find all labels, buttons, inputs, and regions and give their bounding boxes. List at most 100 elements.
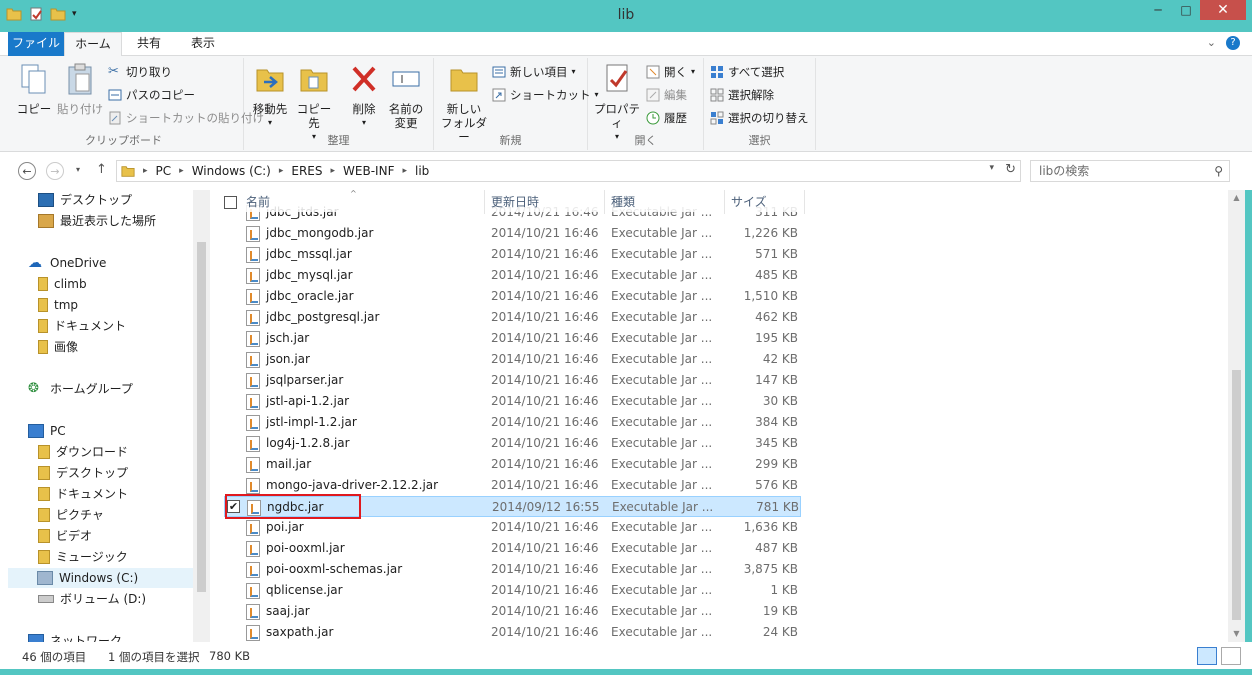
recent-places-icon — [38, 214, 54, 228]
cut-button[interactable]: ✂ 切り取り — [108, 62, 172, 82]
move-to-button[interactable]: 移動先 ▾ — [248, 62, 292, 130]
scroll-up-icon[interactable]: ▲ — [1228, 190, 1245, 206]
invert-selection-button[interactable]: 選択の切り替え — [710, 108, 809, 128]
nav-item-pictures-onedrive[interactable]: 画像 — [38, 337, 78, 357]
file-name-cell: log4j-1.2.8.jar — [246, 433, 476, 454]
file-row[interactable]: poi-ooxml-schemas.jar 2014/10/21 16:46 Exe… — [240, 559, 800, 580]
nav-item-recent[interactable]: 最近表示した場所 — [38, 211, 156, 231]
copy-path-button[interactable]: パスのコピー — [108, 85, 195, 105]
address-dropdown-icon[interactable]: ▾ — [989, 163, 994, 173]
nav-item-desktop[interactable]: デスクトップ — [38, 190, 132, 210]
file-type: Executable Jar ... — [611, 625, 713, 639]
row-checkbox[interactable]: ✔ — [227, 500, 240, 513]
file-row[interactable]: qblicense.jar 2014/10/21 16:46 Executable … — [240, 580, 800, 601]
expand-ribbon-icon[interactable]: ⌄ — [1207, 36, 1216, 50]
file-row[interactable]: jdbc_oracle.jar 2014/10/21 16:46 Executabl… — [240, 286, 800, 307]
file-row[interactable]: json.jar 2014/10/21 16:46 Executable Jar .… — [240, 349, 800, 370]
recent-locations-icon[interactable]: ▾ — [76, 165, 80, 174]
file-row[interactable]: poi.jar 2014/10/21 16:46 Executable Jar ..… — [240, 517, 800, 538]
copy-button[interactable]: コピー — [14, 62, 54, 116]
nav-item-downloads[interactable]: ダウンロード — [38, 442, 128, 462]
refresh-icon[interactable]: ↻ — [1005, 162, 1016, 177]
back-button[interactable]: ← — [18, 162, 36, 180]
file-row[interactable]: log4j-1.2.8.jar 2014/10/21 16:46 Executabl… — [240, 433, 800, 454]
column-header-name[interactable]: 名前 ^ — [240, 190, 485, 214]
paste-button[interactable]: 貼り付け — [56, 62, 104, 116]
breadcrumb-pc[interactable]: PC — [156, 164, 172, 178]
nav-item-pictures-pc[interactable]: ピクチャ — [38, 505, 104, 525]
details-view-button[interactable] — [1197, 647, 1217, 665]
file-list-scrollbar[interactable]: ▲ ▼ — [1228, 190, 1245, 642]
shortcut-button[interactable]: ショートカット ▾ — [492, 85, 599, 105]
file-row[interactable]: ✔ ngdbc.jar 2014/09/12 16:55 Executable Jar… — [224, 496, 801, 517]
file-size: 30 KB — [762, 394, 798, 408]
large-icons-view-button[interactable] — [1221, 647, 1241, 665]
select-all-button[interactable]: すべて選択 — [710, 62, 784, 82]
history-button[interactable]: 履歴 — [646, 108, 687, 128]
file-row[interactable]: saaj.jar 2014/10/21 16:46 Executable Jar .… — [240, 601, 800, 622]
file-row[interactable]: jsqlparser.jar 2014/10/21 16:46 Executable… — [240, 370, 800, 391]
breadcrumb-eres[interactable]: ERES — [291, 164, 322, 178]
file-list-scrollbar-thumb[interactable] — [1232, 370, 1241, 620]
address-bar[interactable]: ▸ PC ▸ Windows (C:) ▸ ERES ▸ WEB-INF ▸ l… — [116, 160, 1021, 182]
nav-item-onedrive[interactable]: ☁ OneDrive — [28, 253, 106, 273]
file-row[interactable]: jsch.jar 2014/10/21 16:46 Executable Jar .… — [240, 328, 800, 349]
up-arrow-icon[interactable]: ↑ — [96, 162, 107, 177]
file-row[interactable]: jstl-api-1.2.jar 2014/10/21 16:46 Executab… — [240, 391, 800, 412]
file-row[interactable]: saxpath.jar 2014/10/21 16:46 Executable Ja… — [240, 622, 800, 642]
open-button[interactable]: 開く ▾ — [646, 62, 695, 82]
forward-button[interactable]: → — [46, 162, 64, 180]
nav-item-network[interactable]: ネットワーク — [28, 631, 122, 642]
breadcrumb-web-inf[interactable]: WEB-INF — [343, 164, 394, 178]
navigation-pane: デスクトップ 最近表示した場所 ☁ OneDrive climb tmp ドキュ… — [0, 190, 210, 642]
new-item-button[interactable]: 新しい項目 ▾ — [492, 62, 576, 82]
file-row[interactable]: jstl-impl-1.2.jar 2014/10/21 16:46 Executa… — [240, 412, 800, 433]
search-icon[interactable]: ⚲ — [1214, 161, 1223, 181]
breadcrumb-lib[interactable]: lib — [415, 164, 429, 178]
file-row[interactable]: jdbc_mysql.jar 2014/10/21 16:46 Executable… — [240, 265, 800, 286]
nav-item-videos[interactable]: ビデオ — [38, 526, 92, 546]
file-date: 2014/10/21 16:46 — [491, 373, 599, 387]
file-row[interactable]: jdbc_mssql.jar 2014/10/21 16:46 Executable… — [240, 244, 800, 265]
scroll-down-icon[interactable]: ▼ — [1228, 626, 1245, 642]
file-row[interactable]: jdbc_mongodb.jar 2014/10/21 16:46 Executab… — [240, 223, 800, 244]
select-none-button[interactable]: 選択解除 — [710, 85, 774, 105]
nav-item-documents-onedrive[interactable]: ドキュメント — [38, 316, 126, 336]
nav-item-pc[interactable]: PC — [28, 421, 66, 441]
nav-item-tmp[interactable]: tmp — [38, 295, 78, 315]
search-input[interactable]: libの検索 ⚲ — [1030, 160, 1230, 182]
column-header-date[interactable]: 更新日時 — [485, 190, 605, 214]
nav-scrollbar[interactable] — [193, 190, 210, 642]
file-row[interactable]: mail.jar 2014/10/21 16:46 Executable Jar .… — [240, 454, 800, 475]
nav-item-d-drive[interactable]: ボリューム (D:) — [38, 589, 146, 609]
maximize-button[interactable]: □ — [1172, 0, 1200, 20]
file-size: 19 KB — [762, 604, 798, 618]
tab-share[interactable]: 共有 — [124, 32, 174, 56]
nav-item-music[interactable]: ミュージック — [38, 547, 128, 567]
file-size: 1,636 KB — [743, 520, 798, 534]
close-button[interactable]: ✕ — [1200, 0, 1246, 20]
column-header-size[interactable]: サイズ — [725, 190, 805, 214]
file-row[interactable]: poi-ooxml.jar 2014/10/21 16:46 Executable … — [240, 538, 800, 559]
help-icon[interactable]: ? — [1226, 36, 1240, 50]
paste-shortcut-button[interactable]: ショートカットの貼り付け — [108, 108, 264, 128]
nav-item-c-drive[interactable]: Windows (C:) — [8, 568, 193, 588]
rename-button[interactable]: 名前の 変更 — [384, 62, 428, 130]
nav-scrollbar-thumb[interactable] — [197, 242, 206, 592]
select-all-checkbox[interactable] — [224, 196, 237, 209]
nav-item-climb[interactable]: climb — [38, 274, 87, 294]
column-header-type[interactable]: 種類 — [605, 190, 725, 214]
breadcrumb-c-drive[interactable]: Windows (C:) — [192, 164, 271, 178]
nav-item-homegroup[interactable]: ❂ ホームグループ — [28, 379, 133, 399]
delete-button[interactable]: 削除 ▾ — [344, 62, 384, 130]
file-row[interactable]: mongo-java-driver-2.12.2.jar 2014/10/21 1… — [240, 475, 800, 496]
edit-button[interactable]: 編集 — [646, 85, 687, 105]
file-row[interactable]: jdbc_postgresql.jar 2014/10/21 16:46 Execu… — [240, 307, 800, 328]
tab-view[interactable]: 表示 — [178, 32, 228, 56]
tab-home[interactable]: ホーム — [64, 32, 122, 57]
nav-item-desktop-pc[interactable]: デスクトップ — [38, 463, 128, 483]
tab-file[interactable]: ファイル — [8, 32, 64, 56]
nav-item-documents-pc[interactable]: ドキュメント — [38, 484, 128, 504]
file-name-cell: jdbc_mssql.jar — [246, 244, 476, 265]
minimize-button[interactable]: ─ — [1144, 0, 1172, 20]
